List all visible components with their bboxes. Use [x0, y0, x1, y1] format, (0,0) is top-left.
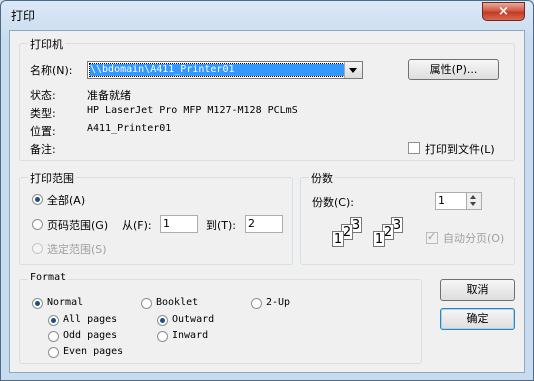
copies-group-label: 份数 [309, 170, 335, 186]
all-pages-radio[interactable] [48, 315, 59, 326]
collate-label[interactable]: 自动分页(O) [443, 230, 504, 246]
properties-button[interactable]: 属性(P)... [408, 59, 499, 80]
copies-spinner[interactable] [466, 193, 481, 209]
printer-group-label: 打印机 [28, 36, 65, 52]
outward-label[interactable]: Outward [172, 314, 214, 325]
format-group-label: Format [28, 272, 69, 283]
inward-label[interactable]: Inward [172, 330, 208, 341]
print-range-label: 打印范围 [28, 170, 76, 186]
to-page-input[interactable]: 2 [245, 215, 283, 233]
status-label: 状态: [30, 89, 56, 102]
format-normal-radio[interactable] [32, 298, 43, 309]
format-booklet-label[interactable]: Booklet [156, 297, 198, 308]
copies-count-value: 1 [438, 194, 445, 207]
location-value: A411_Printer01 [87, 123, 172, 134]
all-pages-label[interactable]: All pages [63, 314, 117, 325]
window-title: 打印 [11, 9, 36, 23]
odd-pages-label[interactable]: Odd pages [63, 330, 117, 341]
printer-name-label: 名称(N): [30, 64, 73, 77]
page-icon: 1 [332, 231, 344, 247]
format-booklet-radio[interactable] [141, 298, 152, 309]
dropdown-button[interactable] [344, 62, 362, 78]
printer-name-select[interactable]: \\bdomain\A411_Printer01 [87, 61, 363, 79]
odd-pages-radio[interactable] [48, 331, 59, 342]
format-2up-radio[interactable] [251, 298, 262, 309]
from-label: 从(F): [122, 219, 152, 232]
from-page-input[interactable]: 1 [160, 215, 198, 233]
print-to-file-checkbox[interactable] [408, 142, 420, 154]
status-value: 准备就绪 [87, 89, 131, 102]
print-to-file-label[interactable]: 打印到文件(L) [425, 141, 495, 157]
to-label: 到(T): [206, 219, 237, 232]
type-label: 类型: [30, 107, 56, 120]
copies-count-label: 份数(C): [312, 196, 354, 209]
range-pages-radio[interactable] [32, 219, 43, 230]
range-pages-label[interactable]: 页码范围(G) [47, 217, 108, 233]
copies-count-input[interactable]: 1 [435, 192, 482, 210]
printer-name-value: \\bdomain\A411_Printer01 [89, 63, 345, 77]
cancel-button[interactable]: 取消 [440, 279, 515, 301]
range-selection-radio[interactable] [32, 243, 43, 254]
print-dialog: 打印 × 打印机 名称(N): \\bdomain\A411_Printer01… [0, 0, 534, 381]
format-2up-label[interactable]: 2-Up [266, 297, 290, 308]
spin-up-icon[interactable] [470, 195, 476, 199]
close-button[interactable]: × [482, 2, 525, 21]
page-icon: 1 [373, 231, 385, 247]
comment-label: 备注: [30, 143, 56, 156]
title-bar[interactable]: 打印 × [1, 1, 533, 29]
format-normal-label[interactable]: Normal [47, 297, 83, 308]
even-pages-label[interactable]: Even pages [63, 346, 123, 357]
close-icon: × [498, 4, 509, 19]
range-all-radio[interactable] [32, 194, 43, 205]
location-label: 位置: [30, 125, 56, 138]
ok-button[interactable]: 确定 [440, 308, 515, 330]
spin-down-icon[interactable] [470, 202, 476, 206]
even-pages-radio[interactable] [48, 347, 59, 358]
outward-radio[interactable] [157, 315, 168, 326]
range-selection-label[interactable]: 选定范围(S) [47, 241, 107, 257]
collate-checkbox[interactable] [426, 230, 438, 244]
type-value: HP LaserJet Pro MFP M127-M128 PCLmS [87, 105, 298, 116]
chevron-down-icon [349, 68, 357, 73]
collate-icon-1: 3 2 1 [330, 217, 370, 253]
dialog-client-area: 打印机 名称(N): \\bdomain\A411_Printer01 属性(P… [9, 30, 525, 373]
inward-radio[interactable] [157, 331, 168, 342]
collate-icon-2: 3 2 1 [371, 217, 411, 253]
range-all-label[interactable]: 全部(A) [47, 192, 85, 208]
